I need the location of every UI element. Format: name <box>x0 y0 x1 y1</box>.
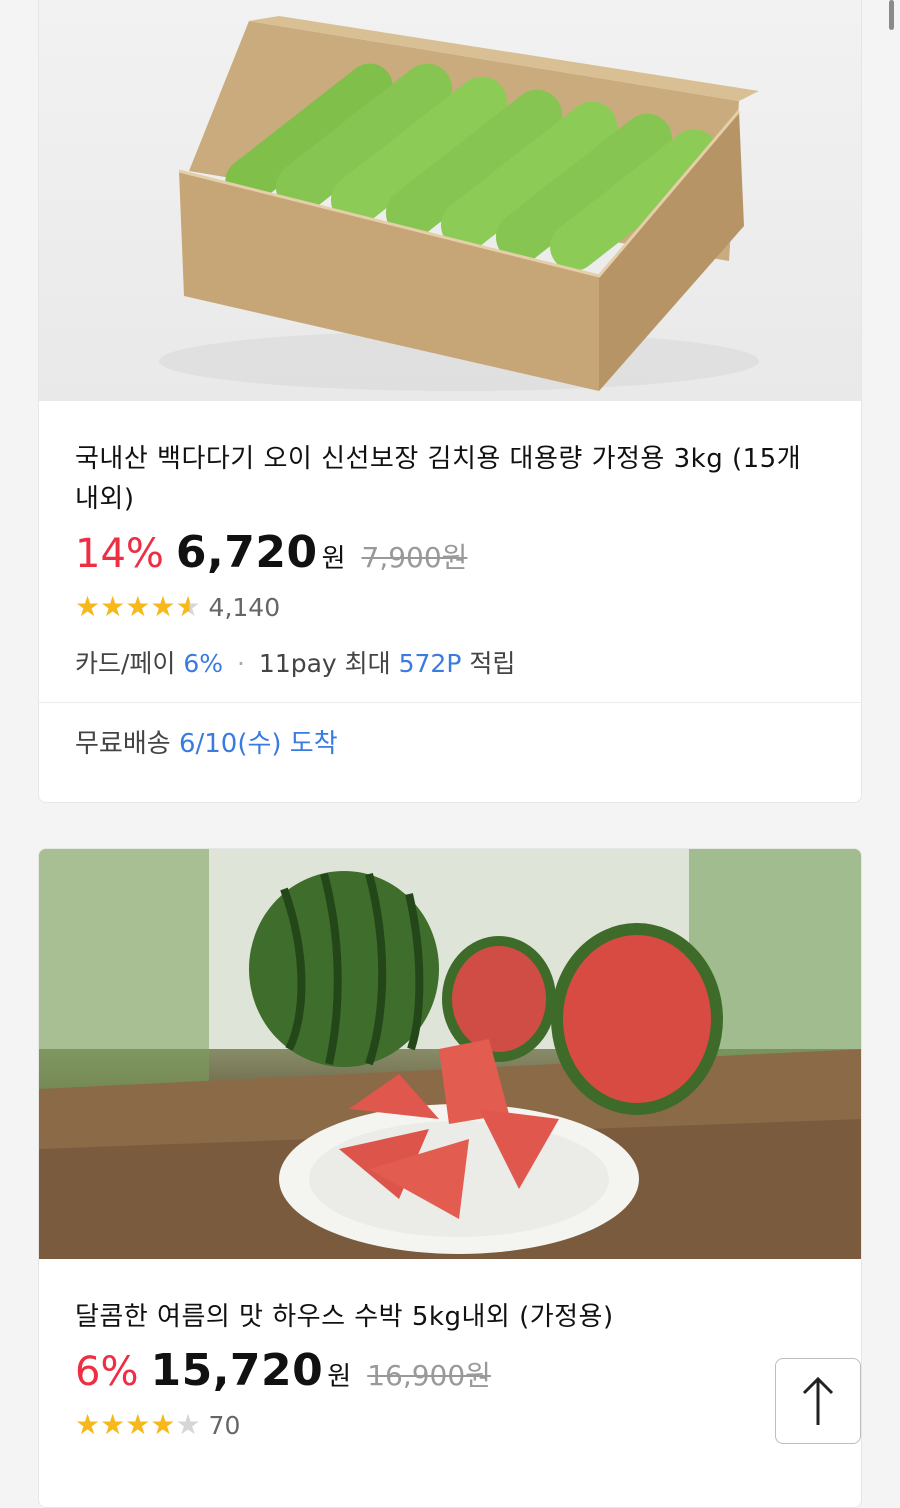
star-icon: ★ <box>150 590 176 623</box>
original-price: 7,900원 <box>361 541 468 574</box>
empty-star-icon: ★ <box>175 1408 201 1441</box>
shipping-row: 무료배송 6/10(수) 도착 <box>39 703 861 780</box>
star-rating: ★ ★ ★ ★ ★ <box>75 1410 201 1440</box>
star-icon: ★ <box>125 590 151 623</box>
half-star-icon: ★ <box>175 590 201 623</box>
star-icon: ★ <box>125 1408 151 1441</box>
review-count: 70 <box>208 1410 241 1440</box>
star-rating: ★ ★ ★ ★ ★ <box>75 592 201 622</box>
scroll-to-top-button[interactable] <box>775 1358 861 1444</box>
benefit-suffix: 적립 <box>469 649 516 678</box>
star-icon: ★ <box>75 590 101 623</box>
shipping-label: 무료배송 <box>75 729 171 759</box>
rating-row: ★ ★ ★ ★ ★ 70 <box>75 1410 825 1440</box>
reward-points: 572P <box>398 649 462 678</box>
sale-price: 6,720 <box>175 527 318 578</box>
sale-price: 15,720 <box>150 1345 324 1396</box>
pay-label: 11pay 최대 <box>258 649 391 678</box>
currency-label: 원 <box>321 544 346 574</box>
separator-dot: · <box>237 649 245 678</box>
rating-row: ★ ★ ★ ★ ★ 4,140 <box>75 592 825 622</box>
star-icon: ★ <box>100 590 126 623</box>
scrollbar[interactable] <box>889 0 894 30</box>
product-card-cucumber[interactable]: 국내산 백다다기 오이 신선보장 김치용 대용량 가정용 3kg (15개 내외… <box>38 0 862 803</box>
benefit-prefix: 카드/페이 <box>75 649 176 678</box>
arrow-up-icon <box>802 1376 834 1425</box>
product-image-cucumber[interactable] <box>39 0 861 401</box>
currency-label: 원 <box>327 1362 352 1392</box>
product-title[interactable]: 달콤한 여름의 맛 하우스 수박 5kg내외 (가정용) <box>75 1297 825 1337</box>
product-title[interactable]: 국내산 백다다기 오이 신선보장 김치용 대용량 가정용 3kg (15개 내외… <box>75 439 825 519</box>
card-rate: 6% <box>183 649 224 678</box>
arrival-date: 6/10(수) 도착 <box>178 729 338 759</box>
product-card-watermelon[interactable]: 달콤한 여름의 맛 하우스 수박 5kg내외 (가정용) 6% 15,720 원… <box>38 848 862 1508</box>
review-count: 4,140 <box>208 592 281 622</box>
star-icon: ★ <box>100 1408 126 1441</box>
star-icon: ★ <box>75 1408 101 1441</box>
star-icon: ★ <box>150 1408 176 1441</box>
price-row: 6% 15,720 원 16,900원 <box>75 1345 825 1396</box>
product-image-watermelon[interactable] <box>39 849 861 1259</box>
discount-rate: 6% <box>75 1349 139 1395</box>
original-price: 16,900원 <box>367 1359 491 1392</box>
discount-rate: 14% <box>75 531 164 577</box>
price-row: 14% 6,720 원 7,900원 <box>75 527 825 578</box>
benefit-row: 카드/페이 6% · 11pay 최대 572P 적립 <box>75 644 825 680</box>
